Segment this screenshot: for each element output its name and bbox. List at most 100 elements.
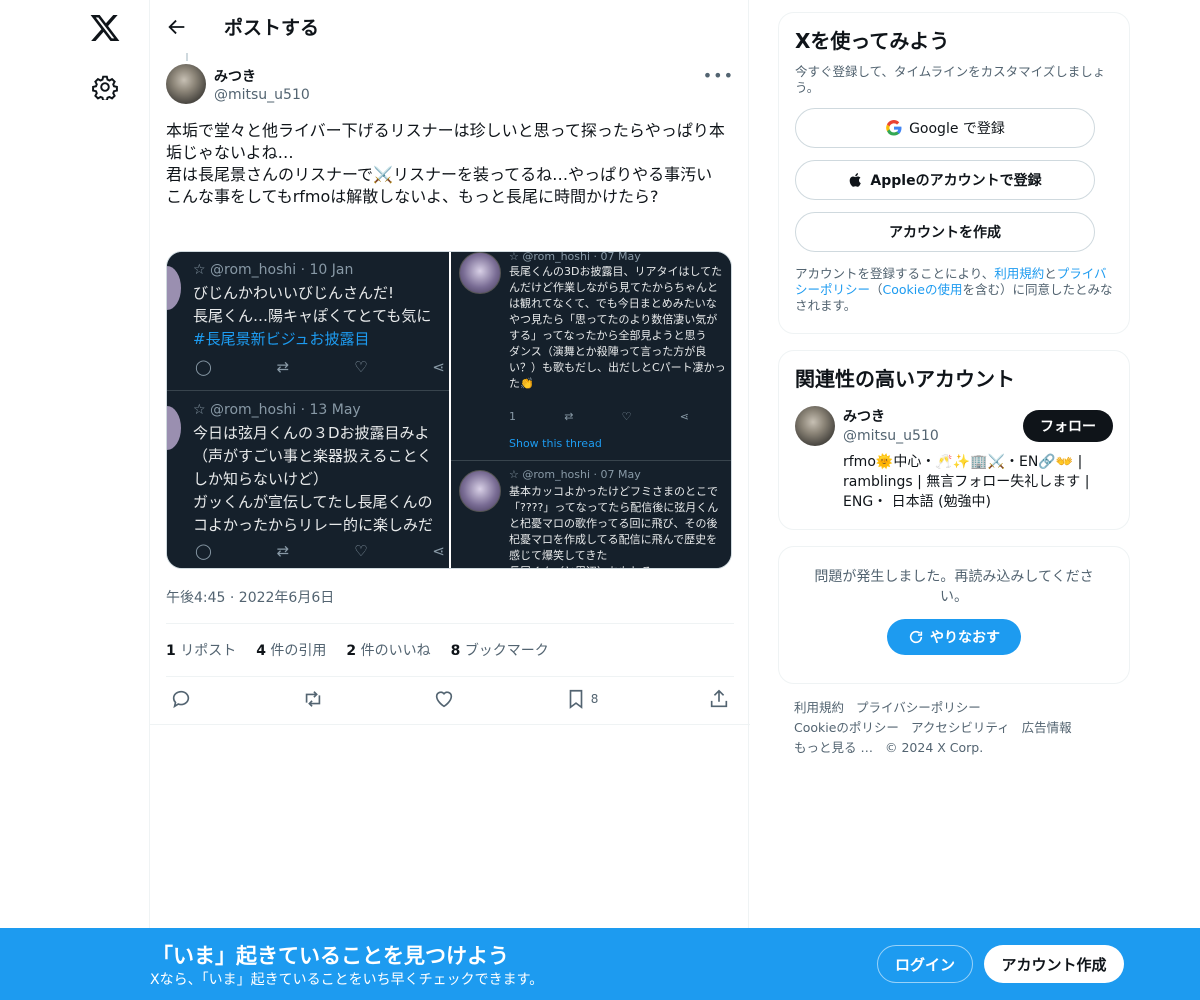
x-logo-icon[interactable] (89, 12, 121, 44)
reply-count: 1 (509, 410, 516, 423)
reply-icon: ◯ (195, 542, 212, 560)
related-title: 関連性の高いアカウント (795, 367, 1015, 391)
follow-button[interactable]: フォロー (1023, 410, 1113, 442)
embedded-avatar (167, 266, 181, 310)
signup-subtitle: 今すぐ登録して、タイムラインをカスタマイズしましょう。 (795, 64, 1106, 95)
embedded-text: 基本カッコよかったけどフミさまのとこで「????」ってなってたら配信後に弦月くん… (509, 485, 719, 568)
share-icon: ⋖ (432, 358, 445, 376)
embedded-header: ☆ @rom_hoshi · 13 May (193, 402, 361, 418)
login-button[interactable]: ログイン (877, 945, 973, 983)
create-account-button[interactable]: アカウントを作成 (795, 212, 1095, 252)
share-icon: ⋖ (679, 410, 689, 423)
reply-icon (172, 690, 190, 709)
embedded-actions: ◯ ⇄ ♡ ⋖ (195, 542, 445, 560)
embedded-header: ☆ @rom_hoshi · 07 May (509, 251, 641, 263)
bookmark-icon (569, 689, 583, 709)
divider (150, 724, 750, 725)
bookmark-count: 8 (590, 692, 599, 706)
embedded-text: 長尾くんの3Dお披露目、リアタイはしてたんだけど作業しながら見てたからちゃんとは… (509, 265, 726, 390)
post-text: 本垢で堂々と他ライバー下げるリスナーは珍しいと思って探ったらやっぱり本垢じゃない… (166, 121, 725, 206)
google-signup-label: Google で登録 (909, 121, 1005, 137)
thread-line (186, 53, 188, 61)
footer-link[interactable]: 利用規約 (794, 700, 844, 715)
retry-button[interactable]: やりなおす (887, 619, 1021, 655)
author-handle[interactable]: @mitsu_u510 (214, 87, 310, 103)
terms-text: アカウントを登録することにより、利用規約とプライバシーポリシー（Cookieの使… (795, 266, 1113, 313)
avatar[interactable] (166, 64, 206, 104)
share-button[interactable] (708, 688, 730, 710)
footer-link[interactable]: もっと見る … (794, 740, 873, 755)
like-icon: ♡ (621, 410, 632, 423)
create-account-label: アカウントを作成 (889, 225, 1001, 241)
retry-label: やりなおす (930, 630, 1000, 646)
post-media[interactable]: ☆ @rom_hoshi · 10 Jan びじんかわいいびじんさんだ! 長尾く… (166, 251, 732, 569)
error-message: 問題が発生しました。再読み込みしてください。 (814, 569, 1094, 605)
avatar[interactable] (795, 406, 835, 446)
account-handle[interactable]: @mitsu_u510 (843, 428, 939, 444)
media-image-left[interactable]: ☆ @rom_hoshi · 10 Jan びじんかわいいびじんさんだ! 長尾く… (167, 252, 449, 568)
embedded-avatar (167, 406, 181, 450)
embedded-text: びじんかわいいびじんさんだ! (193, 284, 395, 302)
account-name[interactable]: みつき (843, 406, 885, 426)
embedded-text: 長尾くん…陽キャぽくてとても気に (193, 307, 432, 325)
media-image-right[interactable]: ☆ @rom_hoshi · 07 May 長尾くんの3Dお披露目、リアタイはし… (449, 252, 731, 568)
repost-button[interactable] (302, 688, 324, 710)
apple-icon (850, 173, 862, 187)
cookie-link[interactable]: Cookieの使用 (883, 282, 963, 297)
embedded-avatar (459, 252, 501, 294)
google-icon (886, 120, 902, 136)
like-icon: ♡ (354, 542, 368, 560)
author-name[interactable]: みつき (214, 66, 256, 86)
embedded-header: ☆ @rom_hoshi · 07 May (509, 468, 641, 481)
quote-stat[interactable]: 4 件の引用 (256, 640, 326, 660)
show-thread-link: Show this thread (509, 437, 602, 450)
bookmark-button[interactable]: 8 (565, 688, 599, 710)
apple-signup-button[interactable]: Appleのアカウントで登録 (795, 160, 1095, 200)
terms-link[interactable]: 利用規約 (994, 266, 1044, 281)
gear-icon[interactable] (92, 74, 118, 100)
repost-icon: ⇄ (276, 358, 290, 376)
post-stats: 1 リポスト 4 件の引用 2 件のいいね 8 ブックマーク (166, 640, 549, 660)
divider (166, 623, 734, 624)
right-sidebar: Xを使ってみよう 今すぐ登録して、タイムラインをカスタマイズしましょう。 Goo… (778, 12, 1130, 758)
more-options-icon[interactable]: ••• (703, 66, 734, 85)
top-bar: ポストする (150, 0, 748, 53)
reply-icon: ◯ (195, 358, 212, 376)
bottom-banner: 「いま」起きていることを見つけよう Xなら、「いま」起きていることをいち早くチェ… (0, 928, 1200, 1000)
apple-signup-label: Appleのアカウントで登録 (870, 173, 1042, 189)
post-author: みつき @mitsu_u510 ••• (166, 64, 734, 108)
share-icon: ⋖ (432, 542, 445, 560)
footer-link[interactable]: プライバシーポリシー (856, 700, 981, 715)
footer-link[interactable]: 広告情報 (1022, 720, 1072, 735)
like-stat[interactable]: 2 件のいいね (346, 640, 430, 660)
reply-button[interactable] (170, 688, 192, 710)
refresh-icon (909, 630, 923, 644)
like-button[interactable] (433, 688, 455, 710)
repost-stat[interactable]: 1 リポスト (166, 640, 236, 660)
share-icon (710, 689, 728, 708)
signup-button[interactable]: アカウント作成 (984, 945, 1124, 983)
back-arrow-icon[interactable] (166, 16, 188, 38)
embedded-hashtag: #長尾景新ビジュお披露目 (193, 330, 370, 348)
bookmark-stat[interactable]: 8 ブックマーク (451, 640, 549, 660)
divider (451, 460, 731, 461)
signup-title: Xを使ってみよう (795, 29, 950, 53)
account-row[interactable]: みつき @mitsu_u510 フォロー rfmo🌞中心・🥂✨🏢⚔️・EN🔗👐 … (795, 406, 1113, 512)
post-actions: 8 (166, 688, 734, 710)
copyright: © 2024 X Corp. (884, 740, 984, 755)
footer-links: 利用規約 プライバシーポリシー Cookieのポリシー アクセシビリティ 広告情報 も… (778, 698, 1130, 758)
main-column: ポストする みつき @mitsu_u510 ••• 本垢で堂々と他ライバー下げる… (149, 0, 750, 1000)
google-signup-button[interactable]: Google で登録 (795, 108, 1095, 148)
divider (167, 390, 449, 391)
post-timestamp[interactable]: 午後4:45 · 2022年6月6日 (166, 587, 334, 607)
banner-subtitle: Xなら、「いま」起きていることをいち早くチェックできます。 (150, 972, 544, 988)
embedded-actions: 1 ⇄ ♡ ⋖ (509, 410, 689, 423)
like-icon: ♡ (354, 358, 368, 376)
embedded-text: 今日は弦月くんの３Dお披露目みよ （声がすごい事と楽器扱えることく しか知らない… (193, 424, 434, 534)
account-bio: rfmo🌞中心・🥂✨🏢⚔️・EN🔗👐 | ramblings | 無言フォロー失… (843, 454, 1090, 510)
error-card: 問題が発生しました。再読み込みしてください。 やりなおす (778, 546, 1130, 684)
banner-title: 「いま」起きていることを見つけよう (152, 944, 509, 968)
footer-link[interactable]: Cookieのポリシー (794, 720, 899, 735)
embedded-avatar (459, 470, 501, 512)
footer-link[interactable]: アクセシビリティ (911, 720, 1010, 735)
